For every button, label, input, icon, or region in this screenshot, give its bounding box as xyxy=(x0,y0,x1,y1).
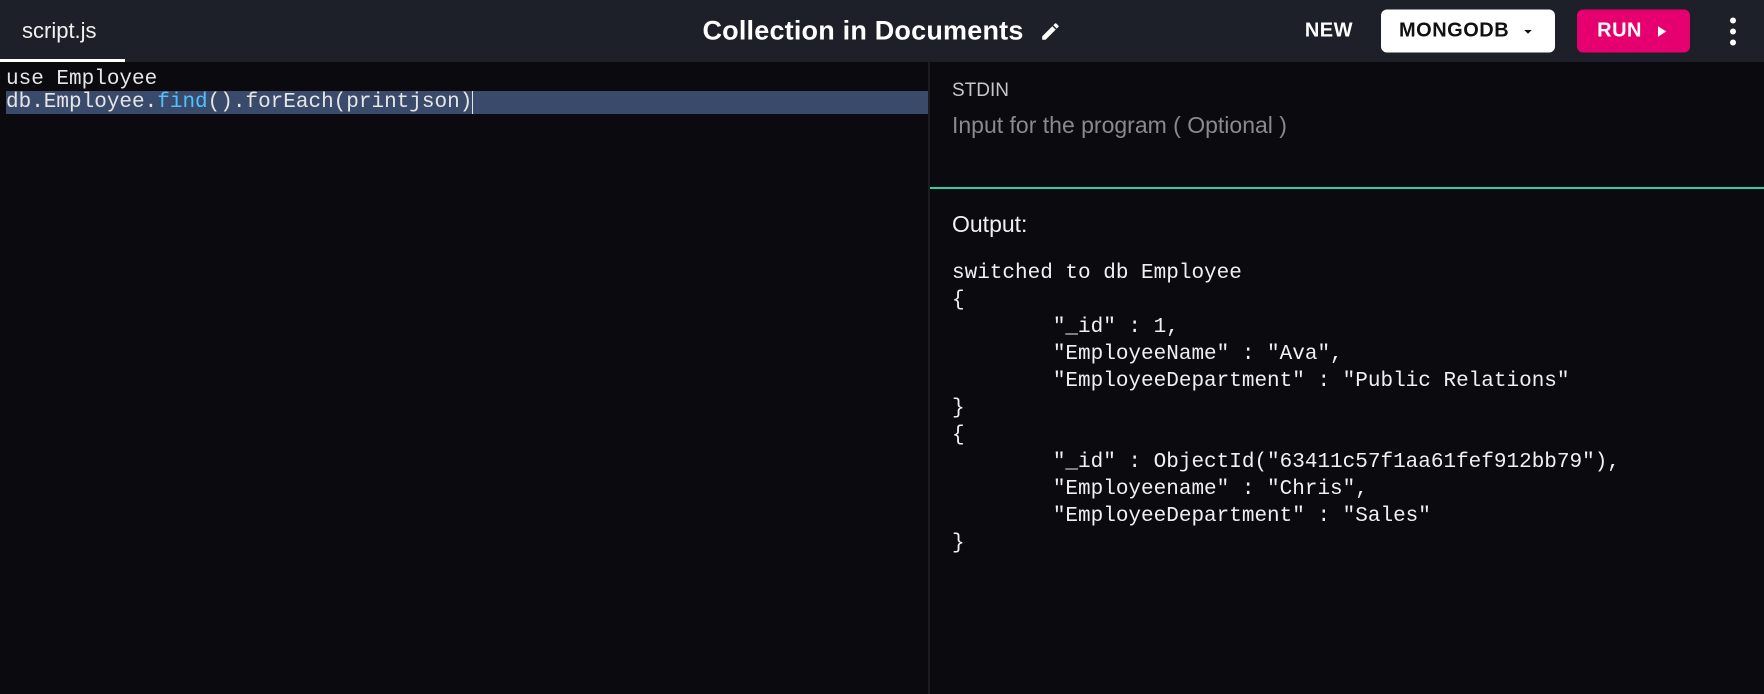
code-line: use Employee xyxy=(6,68,928,91)
code-content: use Employeedb.Employee.find().forEach(p… xyxy=(0,68,928,114)
file-tab[interactable]: script.js xyxy=(0,0,125,62)
language-select[interactable]: MONGODB xyxy=(1381,10,1555,53)
stdin-label: STDIN xyxy=(952,80,1742,102)
play-icon xyxy=(1652,22,1670,40)
more-menu-icon[interactable] xyxy=(1720,11,1746,51)
main-area: use Employeedb.Employee.find().forEach(p… xyxy=(0,62,1764,694)
top-bar: script.js Collection in Documents NEW MO… xyxy=(0,0,1764,62)
edit-title-icon[interactable] xyxy=(1040,20,1062,42)
right-panel: STDIN Output: switched to db Employee { … xyxy=(930,62,1764,694)
new-button-label: NEW xyxy=(1305,20,1353,42)
output-label: Output: xyxy=(952,211,1742,238)
stdin-section: STDIN xyxy=(930,62,1764,189)
title-wrap: Collection in Documents xyxy=(702,16,1061,47)
right-actions: NEW MONGODB RUN xyxy=(1299,10,1746,53)
stdin-input[interactable] xyxy=(952,112,1742,139)
code-editor[interactable]: use Employeedb.Employee.find().forEach(p… xyxy=(0,62,930,694)
file-tab-label: script.js xyxy=(22,18,97,44)
language-select-label: MONGODB xyxy=(1399,20,1509,43)
run-button-label: RUN xyxy=(1597,20,1642,43)
new-button[interactable]: NEW xyxy=(1299,12,1359,51)
output-text: switched to db Employee { "_id" : 1, "Em… xyxy=(952,260,1742,557)
app-root: script.js Collection in Documents NEW MO… xyxy=(0,0,1764,694)
chevron-down-icon xyxy=(1519,22,1537,40)
page-title: Collection in Documents xyxy=(702,16,1023,47)
run-button[interactable]: RUN xyxy=(1577,10,1690,53)
code-line: db.Employee.find().forEach(printjson) xyxy=(6,91,928,114)
output-section: Output: switched to db Employee { "_id" … xyxy=(930,189,1764,694)
